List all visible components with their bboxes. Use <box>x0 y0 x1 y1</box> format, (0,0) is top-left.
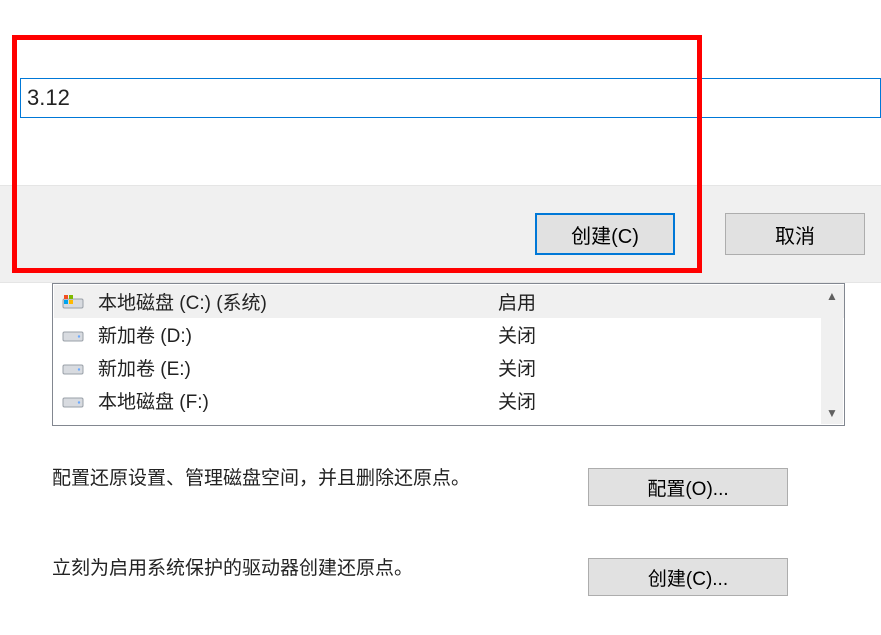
restore-point-name-input[interactable] <box>20 78 881 118</box>
drive-status: 关闭 <box>498 354 844 381</box>
drive-row[interactable]: 新加卷 (D:)关闭 <box>54 318 844 351</box>
drive-icon <box>62 392 98 410</box>
drive-list-scrollbar[interactable]: ▲ ▼ <box>821 285 843 424</box>
drive-icon <box>62 293 98 311</box>
drive-row[interactable]: 新加卷 (E:)关闭 <box>54 351 844 384</box>
disk-icon <box>62 359 84 377</box>
windows-disk-icon <box>62 293 84 311</box>
drive-status: 启用 <box>498 288 844 315</box>
drive-icon <box>62 326 98 344</box>
disk-icon <box>62 326 84 344</box>
create-restore-point-button[interactable]: 创建(C)... <box>588 558 788 596</box>
create-restore-point-dialog <box>0 0 881 185</box>
drive-status: 关闭 <box>498 387 844 414</box>
drive-name: 新加卷 (D:) <box>98 321 498 348</box>
scroll-up-icon[interactable]: ▲ <box>821 285 843 307</box>
disk-icon <box>62 392 84 410</box>
drive-name: 新加卷 (E:) <box>98 354 498 381</box>
cancel-button[interactable]: 取消 <box>725 213 865 255</box>
drive-row[interactable]: 本地磁盘 (C:) (系统)启用 <box>54 285 844 318</box>
scroll-down-icon[interactable]: ▼ <box>821 402 843 424</box>
drive-name: 本地磁盘 (F:) <box>98 387 498 414</box>
drive-name: 本地磁盘 (C:) (系统) <box>98 288 498 315</box>
create-description: 立刻为启用系统保护的驱动器创建还原点。 <box>52 553 413 580</box>
drive-row[interactable]: 本地磁盘 (F:)关闭 <box>54 384 844 417</box>
drive-list: 本地磁盘 (C:) (系统)启用新加卷 (D:)关闭新加卷 (E:)关闭本地磁盘… <box>52 283 845 426</box>
drive-icon <box>62 359 98 377</box>
create-button[interactable]: 创建(C) <box>535 213 675 255</box>
drive-status: 关闭 <box>498 321 844 348</box>
configure-description: 配置还原设置、管理磁盘空间，并且删除还原点。 <box>52 463 470 490</box>
configure-button[interactable]: 配置(O)... <box>588 468 788 506</box>
dialog-button-bar: 创建(C) 取消 <box>0 185 881 283</box>
